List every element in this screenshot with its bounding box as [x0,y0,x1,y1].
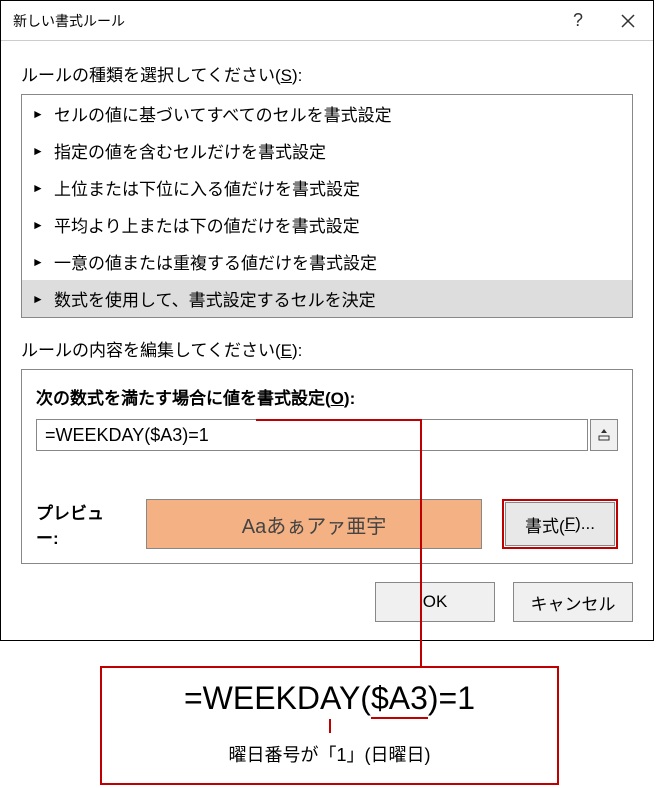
rule-type-item[interactable]: ► 一意の値または重複する値だけを書式設定 [22,243,632,280]
preview-row: プレビュー: Aaあぁアァ亜宇 書式(F)... [36,499,618,549]
range-selector-button[interactable] [590,419,618,451]
ok-button[interactable]: OK [375,582,495,622]
rule-type-text: 一意の値または重複する値だけを書式設定 [54,249,377,274]
rule-type-label: ルールの種類を選択してください(S): [21,61,633,86]
arrow-icon: ► [32,181,46,195]
rule-type-item[interactable]: ► 上位または下位に入る値だけを書式設定 [22,169,632,206]
new-format-rule-dialog: 新しい書式ルール ? ルールの種類を選択してください(S): ► セルの値に基づ… [0,0,654,641]
dialog-content: ルールの種類を選択してください(S): ► セルの値に基づいてすべてのセルを書式… [1,41,653,640]
titlebar-controls: ? [553,1,653,40]
collapse-icon [597,428,611,442]
preview-box: Aaあぁアァ亜宇 [146,499,482,549]
arrow-icon: ► [32,107,46,121]
formula-annotation: =WEEKDAY($A3)=1 曜日番号が「1」(日曜日) [100,666,559,785]
preview-label: プレビュー: [36,499,126,549]
format-button-highlight: 書式(F)... [502,499,618,549]
rule-type-text: 上位または下位に入る値だけを書式設定 [54,175,360,200]
cancel-button[interactable]: キャンセル [513,582,633,622]
arrow-icon: ► [32,292,46,306]
callout-line [420,419,422,667]
arrow-icon: ► [32,144,46,158]
arrow-icon: ► [32,255,46,269]
formula-input[interactable] [36,419,588,451]
rule-type-list[interactable]: ► セルの値に基づいてすべてのセルを書式設定 ► 指定の値を含むセルだけを書式設… [21,94,633,318]
rule-editor-panel: 次の数式を満たす場合に値を書式設定(O): プレビュー: Aaあぁアァ亜宇 [21,369,633,564]
annotation-connector [329,719,331,733]
titlebar: 新しい書式ルール ? [1,1,653,41]
rule-type-item[interactable]: ► 平均より上または下の値だけを書式設定 [22,206,632,243]
rule-type-text: 数式を使用して、書式設定するセルを決定 [54,286,376,311]
rule-type-text: 平均より上または下の値だけを書式設定 [54,212,360,237]
dialog-button-row: OK キャンセル [21,580,633,624]
annotation-formula: =WEEKDAY($A3)=1 [122,680,537,719]
close-button[interactable] [603,1,653,41]
rule-type-item-selected[interactable]: ► 数式を使用して、書式設定するセルを決定 [22,280,632,317]
annotation-caption: 曜日番号が「1」(日曜日) [122,741,537,767]
format-button[interactable]: 書式(F)... [505,502,615,546]
formula-condition-label: 次の数式を満たす場合に値を書式設定(O): [36,384,618,409]
edit-rule-label: ルールの内容を編集してください(E): [21,336,633,361]
rule-type-text: 指定の値を含むセルだけを書式設定 [54,138,326,163]
annotation-cell-ref: $A3 [371,680,428,719]
formula-row [36,419,618,451]
arrow-icon: ► [32,218,46,232]
callout-line [256,419,422,421]
rule-type-text: セルの値に基づいてすべてのセルを書式設定 [54,101,392,126]
close-icon [621,14,635,28]
help-button[interactable]: ? [553,1,603,41]
rule-type-item[interactable]: ► 指定の値を含むセルだけを書式設定 [22,132,632,169]
preview-sample-text: Aaあぁアァ亜宇 [242,510,386,539]
rule-type-item[interactable]: ► セルの値に基づいてすべてのセルを書式設定 [22,95,632,132]
dialog-title: 新しい書式ルール [13,11,125,31]
